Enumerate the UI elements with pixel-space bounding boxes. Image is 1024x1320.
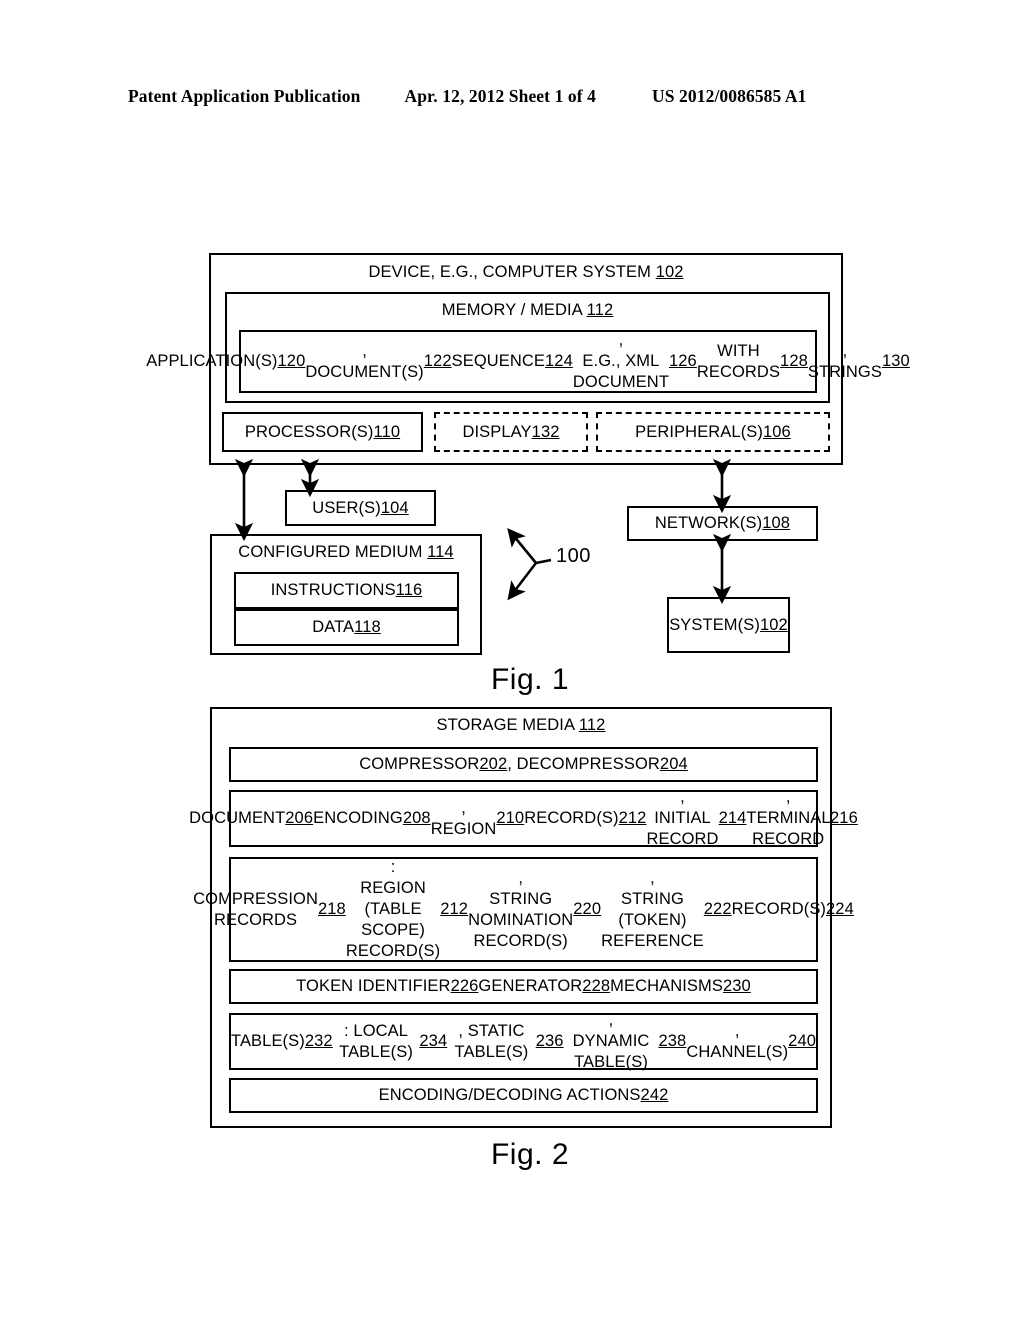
- figure1-configured-medium-label: CONFIGURED MEDIUM 114: [238, 543, 454, 561]
- figure2-encoding-actions-label: ENCODING/DECODING ACTIONS 242: [378, 1086, 669, 1104]
- figure2-storage-media-label: STORAGE MEDIA 112: [436, 716, 606, 734]
- figure1-reference-100-label: 100: [556, 545, 591, 567]
- header-date-sheet-label: Apr. 12, 2012 Sheet 1 of 4: [404, 86, 597, 106]
- figure1-instructions-label: INSTRUCTIONS 116: [270, 581, 423, 599]
- figure1-systems-label: SYSTEM(S) 102: [669, 615, 788, 634]
- figure1-data-label: DATA 118: [312, 618, 381, 636]
- figure1-display-label: DISPLAY 132: [462, 422, 560, 441]
- figure2-compressor-label: COMPRESSOR 202, DECOMPRESSOR 204: [359, 755, 688, 773]
- figure1-device-label: DEVICE, E.G., COMPUTER SYSTEM 102: [368, 263, 684, 281]
- figure2-token-identifier-label: TOKEN IDENTIFIER 226 GENERATOR 228 MECHA…: [296, 977, 751, 995]
- figure2-caption: Fig. 2: [490, 1138, 570, 1171]
- figure1-networks-label: NETWORK(S) 108: [654, 514, 791, 532]
- figure1-peripherals-label: PERIPHERAL(S) 106: [635, 422, 791, 441]
- page-header: Patent Application Publication Apr. 12, …: [128, 86, 896, 112]
- figure1-applications-label: APPLICATION(S) 120, DOCUMENT(S) 122 SEQU…: [146, 331, 910, 391]
- figure2-tables-label: TABLE(S) 232: LOCAL TABLE(S) 234, STATIC…: [231, 1011, 817, 1071]
- header-patent-number-label: US 2012/0086585 A1: [652, 86, 807, 106]
- reference-100-bracket: [507, 527, 552, 601]
- figure1-memory-label: MEMORY / MEDIA 112: [441, 301, 614, 319]
- figure1-caption: Fig. 1: [490, 663, 570, 696]
- figure1-processors-label: PROCESSOR(S) 110: [244, 422, 401, 441]
- header-publication-label: Patent Application Publication: [128, 86, 361, 106]
- figure1-users-label: USER(S) 104: [312, 498, 409, 517]
- figure2-document-label: DOCUMENT 206 ENCODING 208, REGION 210 RE…: [189, 788, 858, 848]
- figure2-compression-records-label: COMPRESSION RECORDS 218: REGION (TABLE SC…: [193, 858, 854, 960]
